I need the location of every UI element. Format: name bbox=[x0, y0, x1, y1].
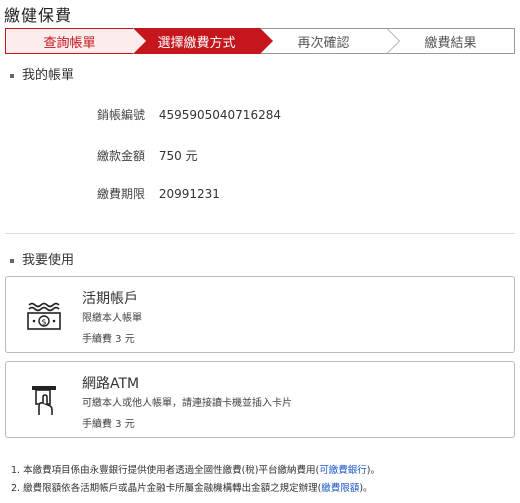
bill-number-label: 銷帳編號 bbox=[97, 108, 146, 122]
payable-banks-link[interactable]: 可繳費銀行 bbox=[319, 465, 367, 476]
option-description: 可繳本人或他人帳單，請連接讀卡機並插入卡片 bbox=[82, 398, 292, 409]
payment-limit-link[interactable]: 繳費限額 bbox=[321, 483, 359, 494]
step-result: 繳費結果 bbox=[387, 28, 515, 54]
note-2: 2. 繳費限額依各活期帳戶或晶片金融卡所屬金融機構轉出金額之規定辦理(繳費限額)… bbox=[11, 483, 373, 494]
step-confirm: 再次確認 bbox=[260, 28, 400, 54]
account-section-heading: 我的帳單 bbox=[10, 64, 74, 83]
option-fee: 手續費 3 元 bbox=[82, 419, 135, 430]
bill-number-row: 銷帳編號 4595905040716284 bbox=[97, 106, 281, 123]
step-choose-method: 選擇繳費方式 bbox=[133, 28, 273, 54]
svg-text:$: $ bbox=[41, 318, 46, 327]
notes: 1. 本繳費項目係由永豐銀行提供使用者透過全國性繳費(稅)平台繳納費用(可繳費銀… bbox=[11, 462, 380, 498]
cash-icon: $ bbox=[26, 299, 62, 331]
card-insert-icon bbox=[26, 384, 62, 416]
option-fee: 手續費 3 元 bbox=[82, 334, 135, 345]
payment-section-heading: 我要使用 bbox=[10, 249, 74, 268]
due-date-row: 繳費期限 20991231 bbox=[97, 185, 220, 202]
progress-steps: 查詢帳單 選擇繳費方式 再次確認 繳費結果 bbox=[5, 28, 515, 56]
step-label: 查詢帳單 bbox=[43, 35, 96, 51]
due-date-value: 20991231 bbox=[158, 187, 220, 201]
option-description: 限繳本人帳單 bbox=[82, 313, 142, 324]
page-title: 繳健保費 bbox=[4, 6, 73, 25]
payment-option-savings-account[interactable]: $ 活期帳戶 限繳本人帳單 手續費 3 元 bbox=[5, 276, 515, 353]
amount-value: 750 元 bbox=[158, 149, 198, 163]
bullet-icon bbox=[10, 73, 14, 78]
step-label: 再次確認 bbox=[297, 35, 350, 51]
note-1: 1. 本繳費項目係由永豐銀行提供使用者透過全國性繳費(稅)平台繳納費用(可繳費銀… bbox=[11, 465, 380, 476]
bullet-icon bbox=[10, 258, 14, 263]
bill-number-value: 4595905040716284 bbox=[158, 108, 281, 122]
step-label: 選擇繳費方式 bbox=[157, 35, 236, 51]
step-label: 繳費結果 bbox=[424, 35, 477, 51]
step-query-bill: 查詢帳單 bbox=[5, 28, 146, 54]
option-name: 網路ATM bbox=[82, 376, 140, 392]
divider bbox=[5, 233, 515, 234]
option-name: 活期帳戶 bbox=[82, 291, 138, 307]
amount-row: 繳款金額 750 元 bbox=[97, 147, 198, 164]
due-date-label: 繳費期限 bbox=[97, 187, 146, 201]
payment-option-web-atm[interactable]: 網路ATM 可繳本人或他人帳單，請連接讀卡機並插入卡片 手續費 3 元 bbox=[5, 361, 515, 438]
amount-label: 繳款金額 bbox=[97, 149, 146, 163]
